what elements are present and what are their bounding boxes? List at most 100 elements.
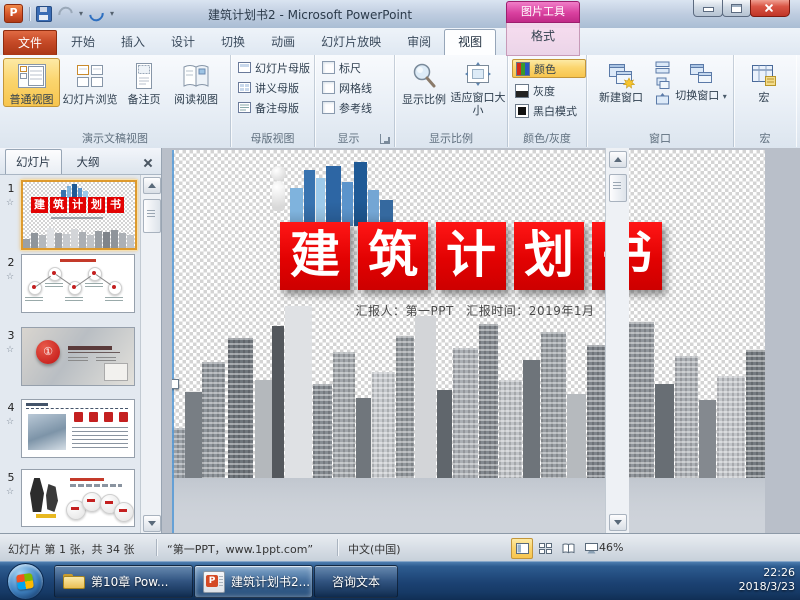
tab-home[interactable]: 开始 xyxy=(58,29,108,55)
thumb-buildings xyxy=(61,184,97,198)
minimize-button[interactable] xyxy=(693,0,723,17)
scrollbar-thumb[interactable] xyxy=(143,199,161,233)
notes-master-button[interactable]: 备注母版 xyxy=(238,100,314,115)
slide-thumbnail-2[interactable] xyxy=(21,254,135,313)
close-button[interactable] xyxy=(750,0,790,17)
thumb-floorplan xyxy=(104,363,128,381)
reading-view-button[interactable]: 阅读视图 xyxy=(168,58,224,107)
ruler-checkbox[interactable]: 标尺 xyxy=(322,60,394,75)
tab-view[interactable]: 视图 xyxy=(444,29,496,55)
close-icon[interactable] xyxy=(141,156,155,170)
powerpoint-app-icon[interactable] xyxy=(4,4,23,23)
zoom-button[interactable]: 显示比例 xyxy=(398,58,450,117)
slide-number: 2 xyxy=(4,256,18,269)
scroll-down-icon[interactable] xyxy=(609,514,627,531)
notes-page-icon xyxy=(129,61,159,91)
slide-thumbnail-1[interactable]: 建 筑 计 划 书 xyxy=(21,180,137,250)
picture-selection-border[interactable] xyxy=(172,150,174,533)
powerpoint-window: 建筑计划书2 - Microsoft PowerPoint 图片工具 文件 开始… xyxy=(0,0,800,600)
guides-checkbox[interactable]: 参考线 xyxy=(322,100,394,115)
thumb-text xyxy=(70,484,122,487)
building-bar xyxy=(499,380,522,478)
thumb-title xyxy=(60,259,96,262)
undo-icon[interactable] xyxy=(55,3,75,23)
tab-animations[interactable]: 动画 xyxy=(258,29,308,55)
building-bar xyxy=(202,362,225,478)
building-bar xyxy=(453,348,478,478)
move-split-icon[interactable] xyxy=(655,93,670,106)
tab-transitions[interactable]: 切换 xyxy=(208,29,258,55)
black-white-button[interactable]: 黑白模式 xyxy=(515,103,586,118)
qat-customize-icon[interactable] xyxy=(110,9,114,18)
tab-outline[interactable]: 大纲 xyxy=(67,150,110,174)
title-char-block: 划 xyxy=(514,222,584,290)
grayscale-button[interactable]: 灰度 xyxy=(515,83,586,98)
tab-format[interactable]: 格式 xyxy=(514,26,572,47)
language-indicator[interactable]: 中文(中国) xyxy=(348,541,401,557)
taskbar-folder-button[interactable]: 第10章 Pow... xyxy=(54,565,193,598)
scroll-up-icon[interactable] xyxy=(143,177,161,194)
group-label: 母版视图 xyxy=(231,130,314,146)
group-presentation-views: 普通视图 幻灯片浏览 xyxy=(0,55,231,147)
redo-icon[interactable] xyxy=(86,3,106,23)
reading-view-icon xyxy=(181,61,211,91)
picture-tools-tab-area: 格式 xyxy=(506,21,580,56)
slide-thumbnail-3[interactable]: ① xyxy=(21,327,135,386)
status-bar: 幻灯片 第 1 张，共 34 张 “第一PPT，www.1ppt.com” 中文… xyxy=(0,533,800,562)
slide-thumbnail-4[interactable] xyxy=(21,399,135,458)
gridlines-checkbox[interactable]: 网格线 xyxy=(322,80,394,95)
tab-slides[interactable]: 幻灯片 xyxy=(5,149,62,174)
black-white-icon xyxy=(515,104,529,118)
tab-slideshow[interactable]: 幻灯片放映 xyxy=(308,29,394,55)
slide-sorter-icon xyxy=(539,543,552,554)
editor-scrollbar[interactable] xyxy=(605,148,629,533)
taskbar-powerpoint-button[interactable]: 建筑计划书2... xyxy=(194,565,313,598)
scroll-up-icon[interactable] xyxy=(609,151,627,168)
scrollbar-thumb[interactable] xyxy=(609,174,627,202)
reading-view-shortcut[interactable] xyxy=(557,538,579,559)
macros-button[interactable]: 宏 xyxy=(740,58,788,104)
thumb-photo xyxy=(28,414,66,450)
group-label: 演示文稿视图 xyxy=(0,130,230,146)
new-window-button[interactable]: 新建窗口 xyxy=(593,58,649,104)
selection-handle[interactable] xyxy=(172,379,179,389)
zoom-level[interactable]: 46% xyxy=(599,541,623,554)
panel-scrollbar[interactable] xyxy=(140,175,161,533)
magnifier-icon xyxy=(410,61,438,91)
taskbar-text-button[interactable]: 咨询文本 xyxy=(314,565,398,598)
slide-thumbnail-5[interactable] xyxy=(21,469,135,527)
start-button[interactable] xyxy=(7,563,44,600)
arrange-all-icon[interactable] xyxy=(655,61,670,74)
tab-insert[interactable]: 插入 xyxy=(108,29,158,55)
slide-sorter-shortcut[interactable] xyxy=(534,538,556,559)
folder-icon xyxy=(63,574,85,590)
blue-buildings-graphic xyxy=(290,160,400,226)
color-button[interactable]: 颜色 xyxy=(512,59,586,78)
handout-master-button[interactable]: 讲义母版 xyxy=(238,80,314,95)
cascade-windows-icon[interactable] xyxy=(655,77,670,90)
building-bar xyxy=(746,350,765,478)
maximize-button[interactable] xyxy=(722,0,751,17)
tab-design[interactable]: 设计 xyxy=(158,29,208,55)
save-icon[interactable] xyxy=(36,6,52,22)
tab-file[interactable]: 文件 xyxy=(3,30,57,56)
tab-review[interactable]: 审阅 xyxy=(394,29,444,55)
slide-sorter-button[interactable]: 幻灯片浏览 xyxy=(60,58,120,107)
normal-view-shortcut[interactable] xyxy=(511,538,533,559)
undo-dropdown-icon[interactable] xyxy=(79,9,83,18)
thumb-figure xyxy=(30,478,44,512)
building-bar xyxy=(372,372,395,478)
title-bar[interactable]: 建筑计划书2 - Microsoft PowerPoint xyxy=(0,0,800,29)
thumb-accent xyxy=(36,514,56,518)
slide-master-button[interactable]: 幻灯片母版 xyxy=(238,60,314,75)
clock-time: 22:26 xyxy=(733,566,795,580)
notes-page-button[interactable]: 备注页 xyxy=(120,58,168,107)
divider xyxy=(337,539,338,556)
fit-to-window-button[interactable]: 适应窗口大小 xyxy=(450,58,506,117)
normal-view-button[interactable]: 普通视图 xyxy=(3,58,60,107)
dialog-launcher-icon[interactable] xyxy=(380,134,390,144)
slide-canvas[interactable]: 建 筑 计 划 书 汇报人：第一PPT 汇报时间：2019年1月 xyxy=(172,150,765,533)
switch-windows-button[interactable]: 切换窗口 xyxy=(673,58,729,102)
taskbar-clock[interactable]: 22:26 2018/3/23 xyxy=(733,566,795,594)
scroll-down-icon[interactable] xyxy=(143,515,161,532)
